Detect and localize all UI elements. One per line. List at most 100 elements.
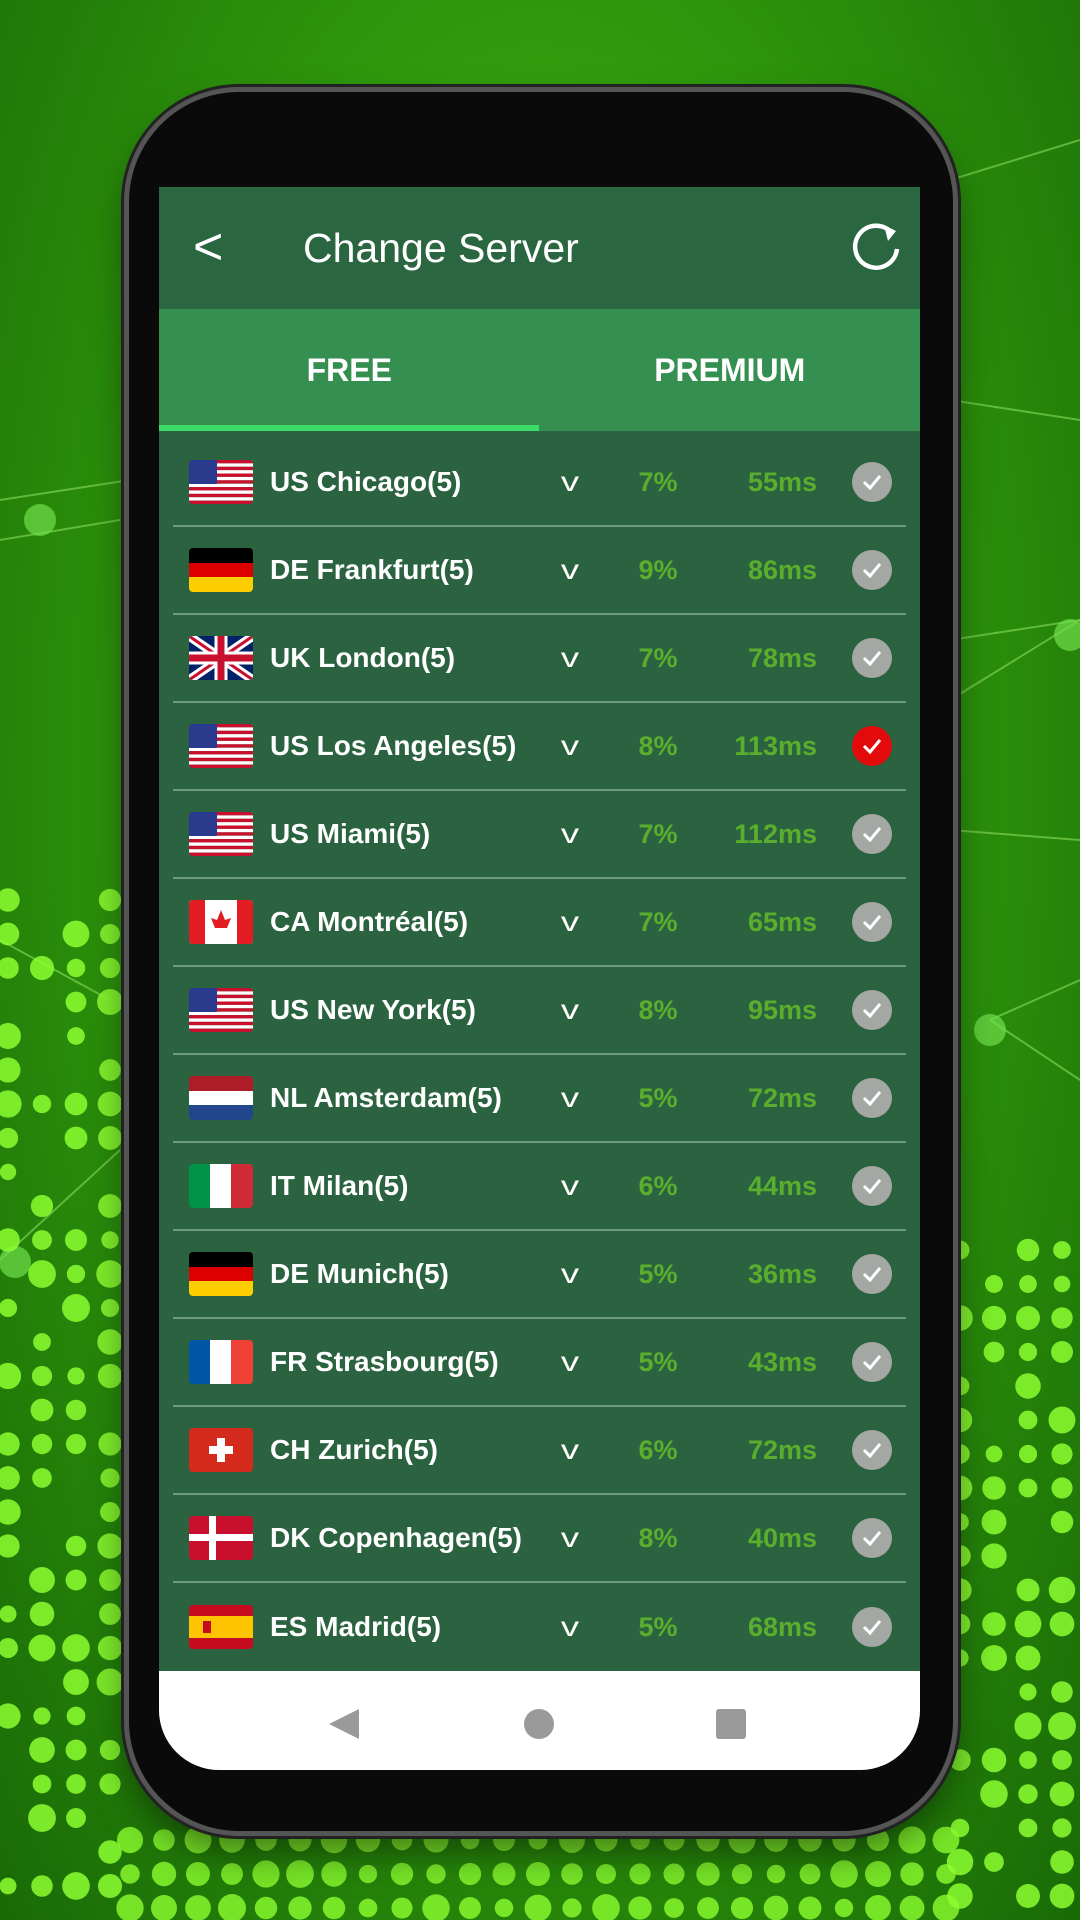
check-icon[interactable] — [852, 814, 892, 854]
chevron-down-icon[interactable]: v — [561, 1082, 579, 1114]
server-ping: 44ms — [748, 1171, 817, 1202]
server-name: US Miami(5) — [270, 818, 430, 850]
server-row[interactable]: US New York(5) v 8% 95ms — [173, 967, 906, 1055]
check-icon[interactable] — [852, 1254, 892, 1294]
server-row[interactable]: US Miami(5) v 7% 112ms — [173, 791, 906, 879]
server-ping: 40ms — [748, 1523, 817, 1554]
server-ping: 68ms — [748, 1612, 817, 1643]
chevron-down-icon[interactable]: v — [561, 1258, 579, 1290]
flag-us-icon — [189, 812, 253, 856]
server-row[interactable]: FR Strasbourg(5) v 5% 43ms — [173, 1319, 906, 1407]
flag-dk-icon — [189, 1516, 253, 1560]
flag-nl-icon — [189, 1076, 253, 1120]
app-header: < Change Server — [159, 187, 920, 309]
server-row[interactable]: IT Milan(5) v 6% 44ms — [173, 1143, 906, 1231]
server-row[interactable]: US Chicago(5) v 7% 55ms — [173, 439, 906, 527]
server-name: ES Madrid(5) — [270, 1611, 441, 1643]
chevron-down-icon[interactable]: v — [561, 906, 579, 938]
chevron-down-icon[interactable]: v — [561, 1346, 579, 1378]
chevron-down-icon[interactable]: v — [561, 1170, 579, 1202]
server-load: 5% — [618, 1259, 698, 1290]
server-name: UK London(5) — [270, 642, 455, 674]
server-ping: 113ms — [734, 731, 817, 762]
chevron-down-icon[interactable]: v — [561, 1611, 579, 1643]
server-ping: 43ms — [748, 1347, 817, 1378]
check-icon[interactable] — [852, 990, 892, 1030]
check-icon[interactable] — [852, 1166, 892, 1206]
server-row[interactable]: ES Madrid(5) v 5% 68ms — [173, 1583, 906, 1671]
flag-de-icon — [189, 1252, 253, 1296]
flag-ca-icon — [189, 900, 253, 944]
server-name: US Los Angeles(5) — [270, 730, 516, 762]
server-load: 8% — [618, 731, 698, 762]
server-ping: 86ms — [748, 555, 817, 586]
server-load: 7% — [618, 907, 698, 938]
check-icon[interactable] — [852, 1518, 892, 1558]
flag-ch-icon — [189, 1428, 253, 1472]
server-row[interactable]: US Los Angeles(5) v 8% 113ms — [173, 703, 906, 791]
check-icon[interactable] — [852, 638, 892, 678]
server-ping: 72ms — [748, 1435, 817, 1466]
server-load: 5% — [618, 1612, 698, 1643]
refresh-icon[interactable] — [848, 219, 904, 275]
server-list: US Chicago(5) v 7% 55ms DE Frankfurt(5) … — [159, 439, 920, 1671]
chevron-down-icon[interactable]: v — [561, 554, 579, 586]
server-name: CA Montréal(5) — [270, 906, 468, 938]
check-icon[interactable] — [852, 1607, 892, 1647]
check-icon[interactable] — [852, 1430, 892, 1470]
flag-de-icon — [189, 548, 253, 592]
server-name: US New York(5) — [270, 994, 476, 1026]
check-icon[interactable] — [852, 1342, 892, 1382]
flag-it-icon — [189, 1164, 253, 1208]
check-icon[interactable] — [852, 902, 892, 942]
server-load: 7% — [618, 819, 698, 850]
home-circle-icon[interactable] — [522, 1707, 556, 1741]
chevron-down-icon[interactable]: v — [561, 642, 579, 674]
flag-fr-icon — [189, 1340, 253, 1384]
server-ping: 36ms — [748, 1259, 817, 1290]
server-name: CH Zurich(5) — [270, 1434, 438, 1466]
chevron-down-icon[interactable]: v — [561, 1434, 579, 1466]
server-name: DE Frankfurt(5) — [270, 554, 474, 586]
server-ping: 72ms — [748, 1083, 817, 1114]
check-icon[interactable] — [852, 1078, 892, 1118]
recents-square-icon[interactable] — [714, 1707, 748, 1741]
server-row[interactable]: DE Frankfurt(5) v 9% 86ms — [173, 527, 906, 615]
server-ping: 112ms — [734, 819, 817, 850]
server-row[interactable]: UK London(5) v 7% 78ms — [173, 615, 906, 703]
server-load: 7% — [618, 643, 698, 674]
check-icon[interactable] — [852, 462, 892, 502]
chevron-down-icon[interactable]: v — [561, 818, 579, 850]
back-button[interactable]: < — [193, 217, 223, 277]
server-name: NL Amsterdam(5) — [270, 1082, 502, 1114]
server-load: 6% — [618, 1435, 698, 1466]
back-triangle-icon[interactable] — [327, 1707, 361, 1741]
server-row[interactable]: CH Zurich(5) v 6% 72ms — [173, 1407, 906, 1495]
tab-premium[interactable]: PREMIUM — [540, 309, 921, 431]
server-load: 6% — [618, 1171, 698, 1202]
server-ping: 95ms — [748, 995, 817, 1026]
chevron-down-icon[interactable]: v — [561, 466, 579, 498]
server-load: 8% — [618, 1523, 698, 1554]
server-load: 7% — [618, 467, 698, 498]
flag-es-icon — [189, 1605, 253, 1649]
flag-us-icon — [189, 460, 253, 504]
server-name: DK Copenhagen(5) — [270, 1522, 522, 1554]
selected-check-icon[interactable] — [852, 726, 892, 766]
check-icon[interactable] — [852, 550, 892, 590]
server-row[interactable]: NL Amsterdam(5) v 5% 72ms — [173, 1055, 906, 1143]
flag-us-icon — [189, 988, 253, 1032]
tab-free[interactable]: FREE — [159, 309, 540, 431]
server-ping: 55ms — [748, 467, 817, 498]
server-row[interactable]: DE Munich(5) v 5% 36ms — [173, 1231, 906, 1319]
active-tab-indicator — [159, 425, 539, 431]
server-ping: 65ms — [748, 907, 817, 938]
system-nav-bar — [159, 1671, 920, 1770]
chevron-down-icon[interactable]: v — [561, 1522, 579, 1554]
server-name: IT Milan(5) — [270, 1170, 408, 1202]
chevron-down-icon[interactable]: v — [561, 730, 579, 762]
server-row[interactable]: DK Copenhagen(5) v 8% 40ms — [173, 1495, 906, 1583]
server-row[interactable]: CA Montréal(5) v 7% 65ms — [173, 879, 906, 967]
chevron-down-icon[interactable]: v — [561, 994, 579, 1026]
app-screen: < Change Server FREE PREMIUM US Chicago(… — [159, 187, 920, 1770]
